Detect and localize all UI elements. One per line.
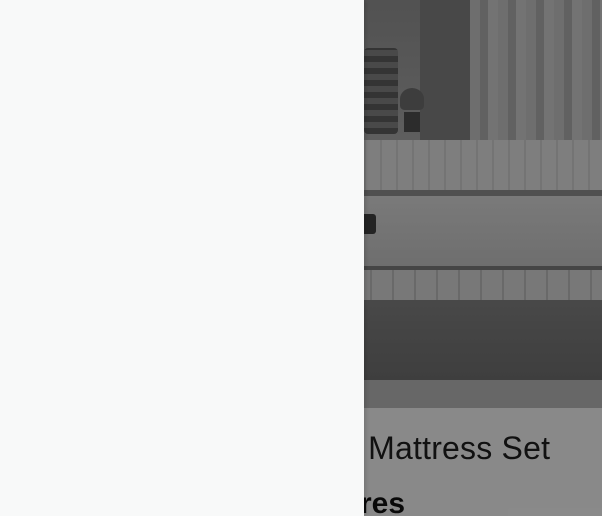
- app-viewport: Queen Mattress Set Features: [0, 0, 602, 516]
- side-drawer-panel: [0, 0, 364, 516]
